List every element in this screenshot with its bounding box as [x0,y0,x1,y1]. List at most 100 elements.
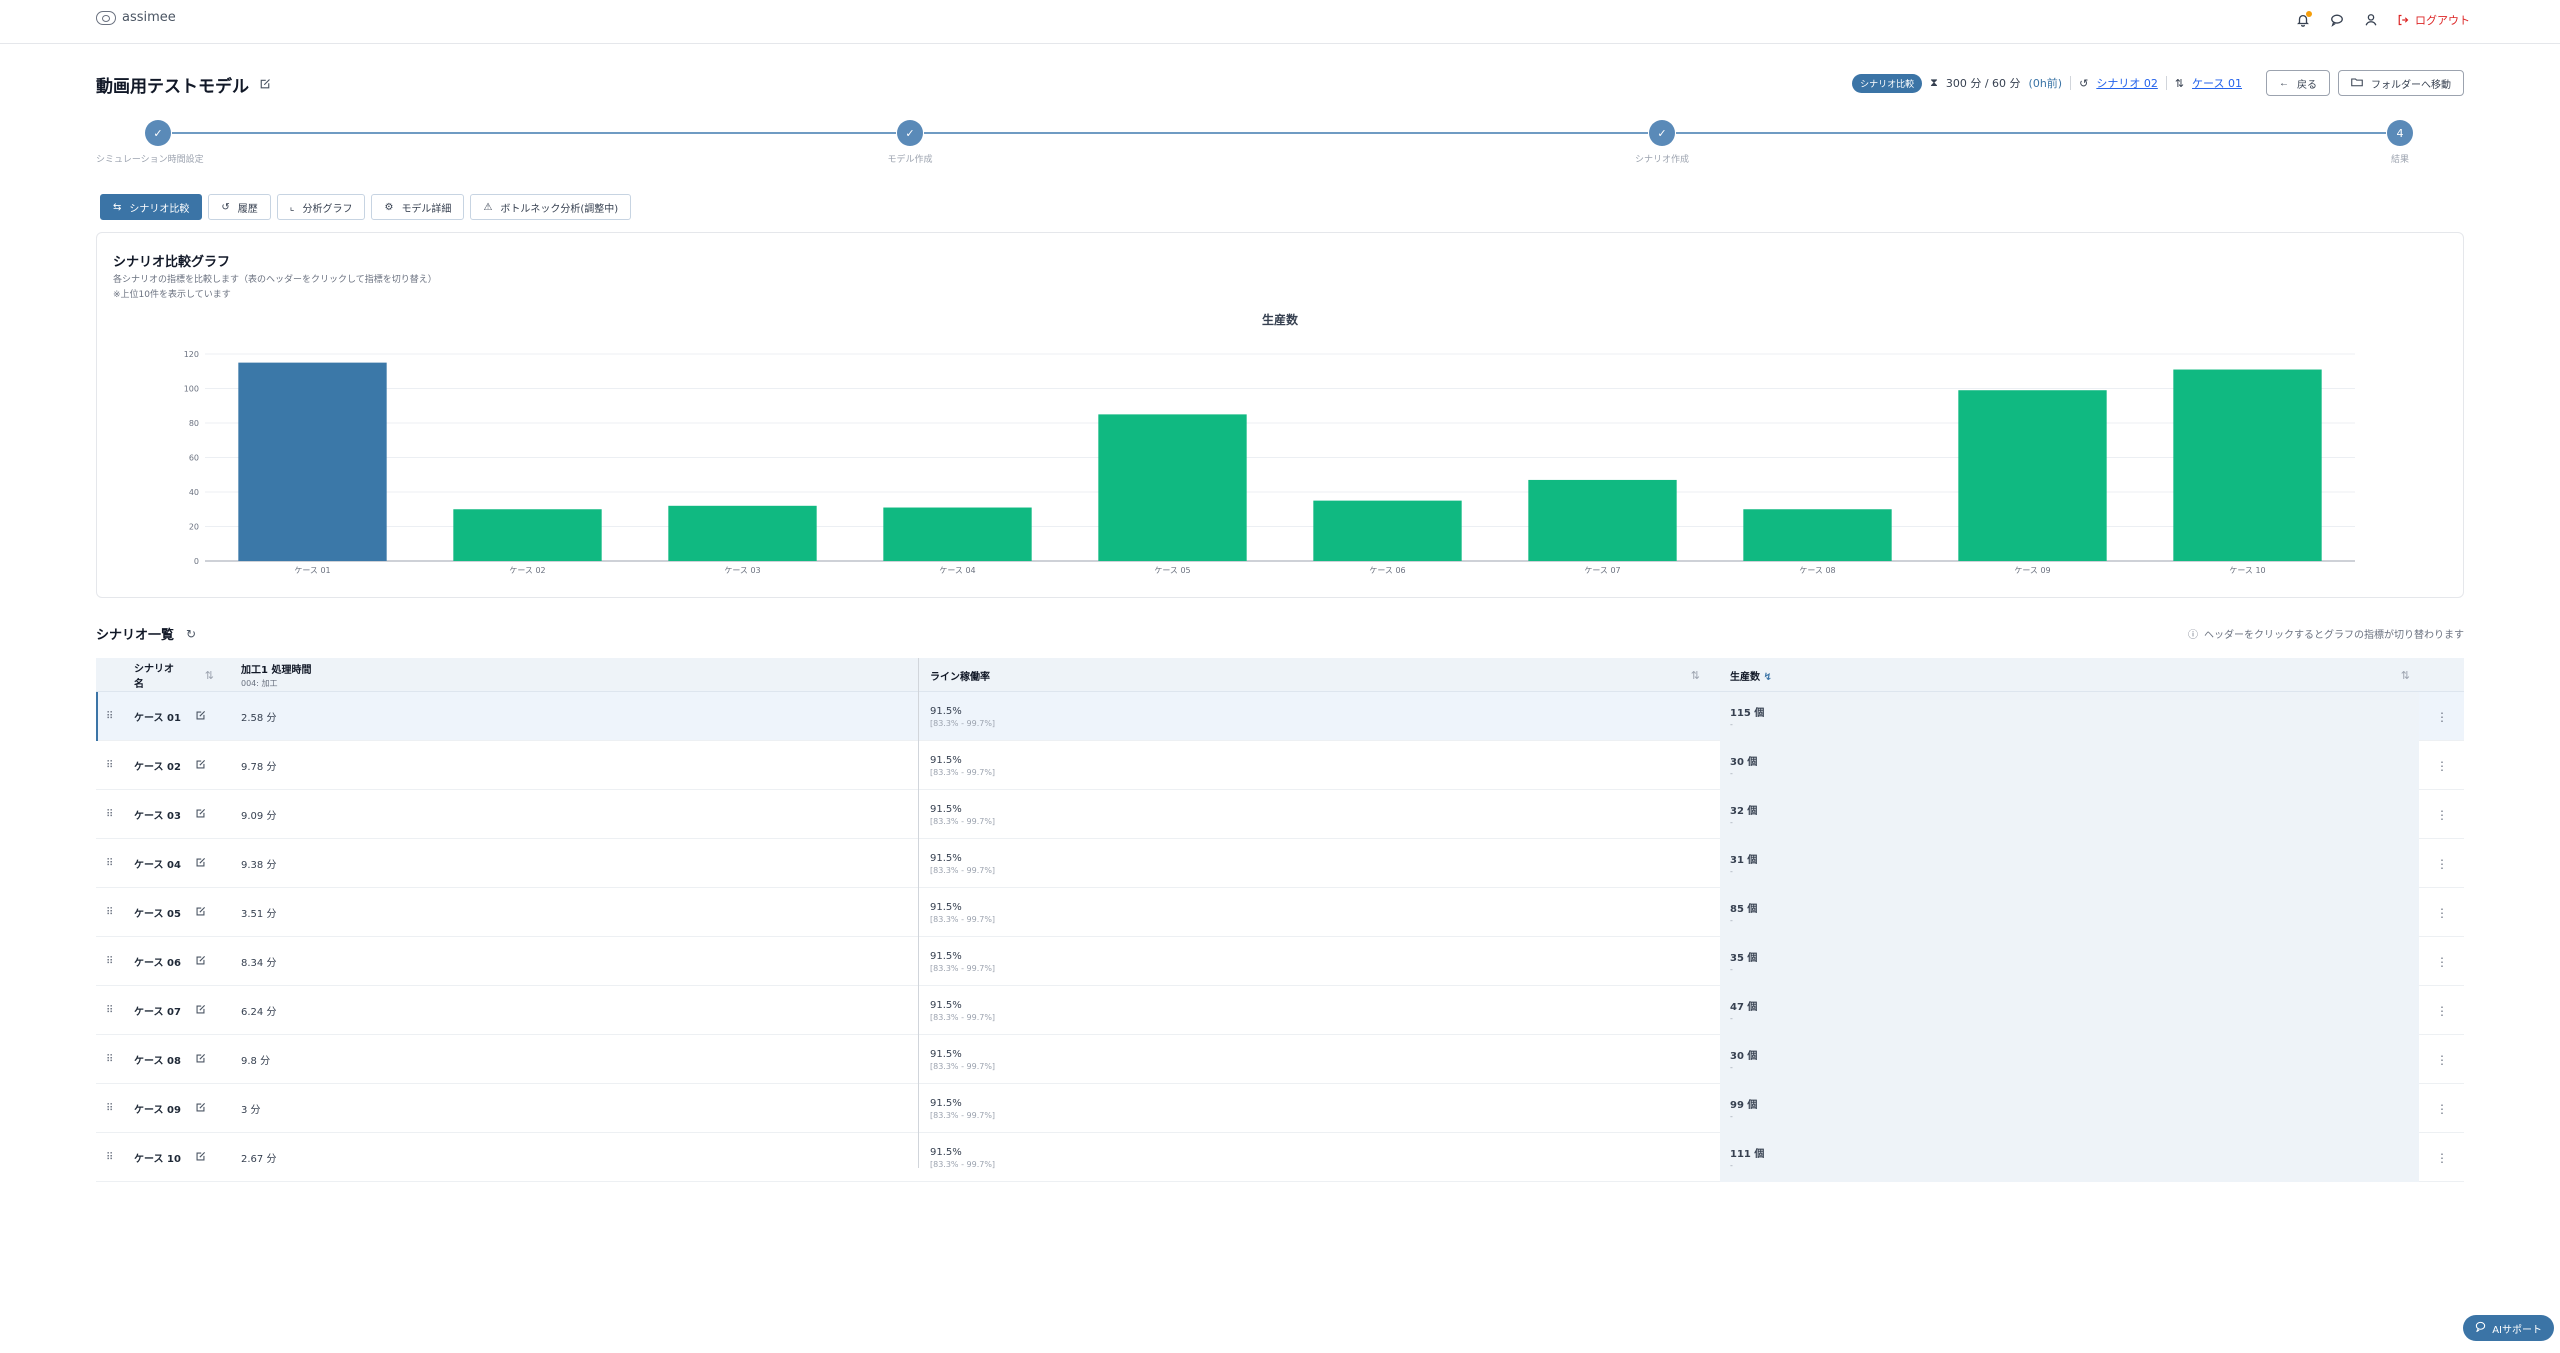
time-ago: (0h前) [2028,77,2063,90]
production-sub: - [1730,1112,1733,1121]
scenario-link[interactable]: シナリオ 02 [2096,75,2158,91]
production-value: 111 個 [1730,1149,1765,1160]
step-4-circle[interactable]: 4 [2387,120,2413,146]
x-tick-label: ケース 09 [2014,566,2050,575]
sort-icon[interactable]: ⇅ [2401,669,2410,682]
scenario-list-title: シナリオ一覧 [96,628,175,643]
move-to-folder-button[interactable]: フォルダーへ移動 [2338,70,2464,96]
drag-handle-icon[interactable]: ⠿ [106,839,113,888]
table-row[interactable]: ⠿ ケース 04 9.38 分 91.5% [83.3% - 99.7%] 31 個 - ⋮ [96,839,2464,888]
edit-icon[interactable] [195,1004,206,1018]
sort-icon[interactable]: ⇅ [205,669,214,682]
x-tick-label: ケース 07 [1584,566,1620,575]
utilization-range: [83.3% - 99.7%] [930,865,996,875]
edit-icon[interactable] [195,1102,206,1116]
table-row[interactable]: ⠿ ケース 07 6.24 分 91.5% [83.3% - 99.7%] 47 個 - ⋮ [96,986,2464,1035]
table-row[interactable]: ⠿ ケース 09 3 分 91.5% [83.3% - 99.7%] 99 個 - ⋮ [96,1084,2464,1133]
row-menu-icon[interactable]: ⋮ [2436,790,2448,839]
tab-line-chart[interactable]: ⌞ 分析グラフ [276,194,366,220]
drag-handle-icon[interactable]: ⠿ [106,888,113,937]
drag-handle-icon[interactable]: ⠿ [106,937,113,986]
tab-swap[interactable]: ⇆ シナリオ比較 [100,194,203,220]
bar-ケース02 [453,509,602,561]
header-line-utilization[interactable]: ライン稼働率 ⇅ [930,658,1700,692]
step-1-circle[interactable]: ✓ [145,120,171,146]
bell-icon[interactable] [2295,11,2312,28]
edit-icon[interactable] [195,1053,206,1067]
drag-handle-icon[interactable]: ⠿ [106,1084,113,1133]
production-sub: - [1730,1014,1733,1023]
scenario-name: ケース 08 [134,1056,181,1067]
edit-title-icon[interactable] [259,78,273,92]
tab-warning[interactable]: ⚠ ボトルネック分析(調整中) [470,194,632,220]
edit-icon[interactable] [195,1151,206,1165]
step-2-circle[interactable]: ✓ [897,120,923,146]
row-menu-icon[interactable]: ⋮ [2436,1084,2448,1133]
header-process-time[interactable]: 加工1 処理時間 004: 加工 [241,658,311,692]
production-count-cell: 35 個- [1720,937,2419,986]
process-time-cell: 9.38 分 [241,860,277,871]
utilization-value: 91.5% [930,901,962,913]
table-row[interactable]: ⠿ ケース 10 2.67 分 91.5% [83.3% - 99.7%] 111 個 - ⋮ [96,1133,2464,1182]
step-connector [1676,132,2386,134]
back-button[interactable]: ← 戻る [2266,70,2330,96]
production-count-cell: 111 個- [1720,1133,2419,1182]
scenario-name-cell: ケース 01 [134,692,206,741]
edit-icon[interactable] [195,906,206,920]
table-row[interactable]: ⠿ ケース 08 9.8 分 91.5% [83.3% - 99.7%] 30 個 - ⋮ [96,1035,2464,1084]
logout-button[interactable]: ログアウト [2397,12,2470,28]
process-time-cell: 3.51 分 [241,909,277,920]
table-row[interactable]: ⠿ ケース 02 9.78 分 91.5% [83.3% - 99.7%] 30 個 - ⋮ [96,741,2464,790]
x-tick-label: ケース 05 [1154,566,1190,575]
production-value: 99 個 [1730,1100,1758,1111]
app-logo[interactable]: assimee [96,10,176,25]
tab-model[interactable]: ⚙ モデル詳細 [371,194,465,220]
row-menu-icon[interactable]: ⋮ [2436,888,2448,937]
tab-label: モデル詳細 [401,203,452,215]
row-menu-icon[interactable]: ⋮ [2436,741,2448,790]
chat-icon[interactable] [2329,12,2345,28]
step-3-circle[interactable]: ✓ [1649,120,1675,146]
header-production-count[interactable]: 生産数 ↯ ⇅ [1730,658,2410,692]
step-connector [924,132,1648,134]
production-count-cell: 30 個- [1720,741,2419,790]
row-menu-icon[interactable]: ⋮ [2436,937,2448,986]
scenario-name-cell: ケース 07 [134,986,206,1035]
drag-handle-icon[interactable]: ⠿ [106,790,113,839]
bar-ケース09 [1958,390,2107,561]
row-menu-icon[interactable]: ⋮ [2436,986,2448,1035]
edit-icon[interactable] [195,710,206,724]
scenario-name: ケース 05 [134,909,181,920]
scenario-name: ケース 06 [134,958,181,969]
table-row[interactable]: ⠿ ケース 03 9.09 分 91.5% [83.3% - 99.7%] 32 個 - ⋮ [96,790,2464,839]
drag-handle-icon[interactable]: ⠿ [106,741,113,790]
drag-handle-icon[interactable]: ⠿ [106,692,113,741]
ai-support-button[interactable]: AIサポート [2463,1315,2554,1341]
edit-icon[interactable] [195,955,206,969]
scenario-name: ケース 04 [134,860,181,871]
header-scenario-name[interactable]: シナリオ名 ⇅ [134,658,214,692]
drag-handle-icon[interactable]: ⠿ [106,1133,113,1182]
drag-handle-icon[interactable]: ⠿ [106,986,113,1035]
row-menu-icon[interactable]: ⋮ [2436,839,2448,888]
sort-icon[interactable]: ⇅ [1691,669,1700,682]
row-menu-icon[interactable]: ⋮ [2436,1035,2448,1084]
y-tick-label: 120 [184,350,199,359]
bar-ケース05 [1098,414,1247,561]
user-icon[interactable] [2363,12,2379,28]
edit-icon[interactable] [195,808,206,822]
case-link[interactable]: ケース 01 [2192,75,2242,91]
row-menu-icon[interactable]: ⋮ [2436,1133,2448,1182]
table-row[interactable]: ⠿ ケース 06 8.34 分 91.5% [83.3% - 99.7%] 35 個 - ⋮ [96,937,2464,986]
table-row[interactable]: ⠿ ケース 05 3.51 分 91.5% [83.3% - 99.7%] 85 個 - ⋮ [96,888,2464,937]
edit-icon[interactable] [195,857,206,871]
chat-bubble-icon [2475,1321,2486,1335]
line-utilization-cell: 91.5% [83.3% - 99.7%] [930,692,995,741]
edit-icon[interactable] [195,759,206,773]
tab-history[interactable]: ↺ 履歴 [208,194,271,220]
row-menu-icon[interactable]: ⋮ [2436,692,2448,741]
refresh-icon[interactable]: ↻ [186,627,196,641]
table-row[interactable]: ⠿ ケース 01 2.58 分 91.5% [83.3% - 99.7%] 115 個 - ⋮ [96,692,2464,741]
drag-handle-icon[interactable]: ⠿ [106,1035,113,1084]
utilization-range: [83.3% - 99.7%] [930,1110,996,1120]
